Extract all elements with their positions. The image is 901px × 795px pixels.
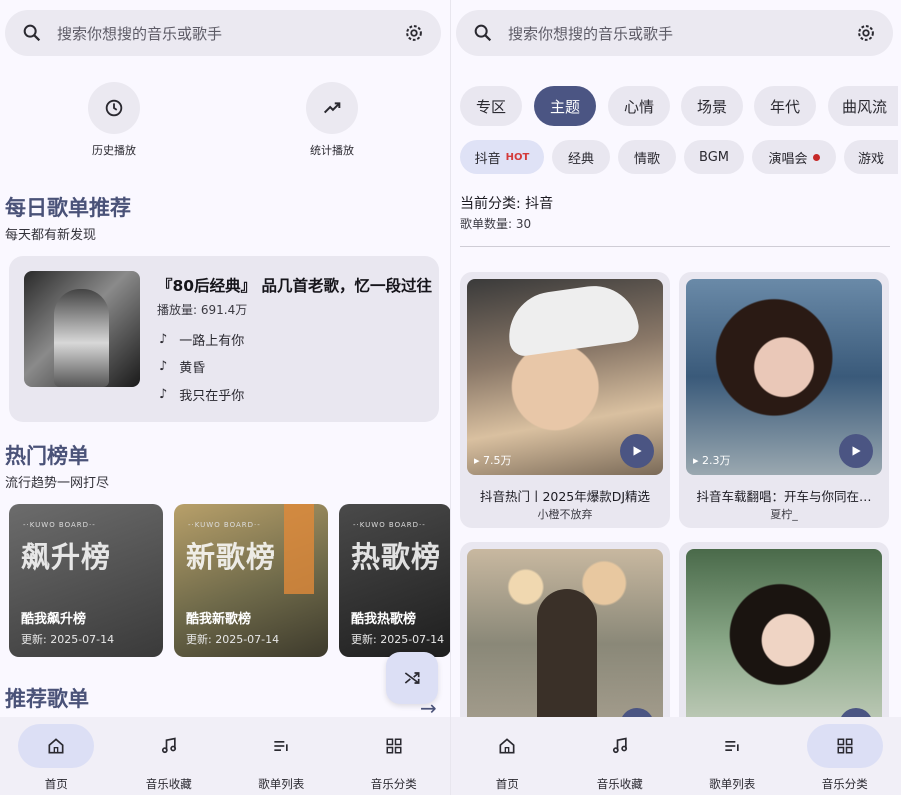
bottom-nav: 首页 音乐收藏 歌单列表 音乐分类 bbox=[0, 717, 450, 795]
song-item[interactable]: ♪ 我只在乎你 bbox=[159, 385, 244, 404]
divider bbox=[460, 246, 890, 247]
music-note-icon bbox=[161, 737, 176, 754]
chart-card-soaring[interactable]: -·KUWO BOARD·- 飙升榜 酷我飙升榜 更新: 2025-07-14 bbox=[9, 504, 163, 657]
chart-date: 更新: 2025-07-14 bbox=[186, 633, 280, 646]
category-chip[interactable]: 心情 bbox=[608, 86, 670, 126]
category-chip[interactable]: 场景 bbox=[681, 86, 743, 126]
daily-title: 每日歌单推荐 bbox=[5, 196, 131, 220]
search-placeholder: 搜索你想搜的音乐或歌手 bbox=[57, 24, 223, 43]
subcategory-chip[interactable]: BGM bbox=[684, 140, 744, 174]
current-category: 当前分类: 抖音 bbox=[460, 196, 554, 212]
playlist-author: 小橙不放弃 bbox=[537, 508, 593, 521]
chart-name: 酷我热歌榜 bbox=[351, 612, 417, 627]
playlist-title: 抖音热门丨2025年爆款DJ精选 bbox=[479, 489, 651, 504]
nav-favorites[interactable]: 音乐收藏 bbox=[113, 717, 226, 795]
bottom-nav: 首页 音乐收藏 歌单列表 音乐分类 bbox=[451, 717, 901, 795]
subcategory-chip[interactable]: 演唱会 bbox=[752, 140, 836, 174]
home-screen: 搜索你想搜的音乐或歌手 历史播放 统计播放 每日歌单推荐 每天都有新发现 『80… bbox=[0, 0, 450, 795]
play-button[interactable] bbox=[839, 434, 873, 468]
home-icon bbox=[48, 738, 64, 754]
play-count: ▸ 7.5万 bbox=[474, 454, 512, 467]
search-placeholder: 搜索你想搜的音乐或歌手 bbox=[508, 24, 674, 43]
playlist-title: 『80后经典』 品几首老歌，忆一段过往 bbox=[157, 277, 432, 295]
playlist-icon bbox=[725, 741, 739, 751]
hot-charts-title: 热门榜单 bbox=[5, 444, 89, 468]
grid-icon bbox=[837, 738, 853, 754]
nav-categories[interactable]: 音乐分类 bbox=[338, 717, 451, 795]
stats-play-button[interactable]: 统计播放 bbox=[282, 82, 382, 158]
chart-card-hot[interactable]: -·KUWO BOARD·- 热歌榜 酷我热歌榜 更新: 2025-07-14 bbox=[339, 504, 450, 657]
playlist-card[interactable]: ▸ 2.3万 抖音车载翻唱：开车与你同在… 夏柠_ bbox=[679, 272, 889, 528]
music-note-icon: ♪ bbox=[159, 387, 168, 402]
playlist-icon bbox=[274, 741, 288, 751]
chart-date: 更新: 2025-07-14 bbox=[21, 633, 115, 646]
recommend-title: 推荐歌单 bbox=[5, 687, 89, 711]
trending-icon bbox=[323, 102, 341, 114]
song-item[interactable]: ♪ 黄昏 bbox=[159, 357, 205, 376]
chart-name: 酷我新歌榜 bbox=[186, 612, 252, 627]
play-button[interactable] bbox=[620, 434, 654, 468]
live-dot-icon bbox=[812, 153, 820, 161]
category-chip[interactable]: 专区 bbox=[460, 86, 522, 126]
play-count: ▸ 2.3万 bbox=[693, 454, 731, 467]
nav-playlists[interactable]: 歌单列表 bbox=[225, 717, 338, 795]
chart-name: 酷我飙升榜 bbox=[21, 612, 87, 627]
subcategory-chip[interactable]: 情歌 bbox=[618, 140, 676, 174]
nav-home[interactable]: 首页 bbox=[451, 717, 564, 795]
search-bar[interactable]: 搜索你想搜的音乐或歌手 bbox=[5, 10, 441, 56]
subcategory-chip[interactable]: 游戏 bbox=[844, 140, 898, 174]
playlist-card[interactable] bbox=[679, 542, 889, 742]
music-note-icon: ♪ bbox=[159, 332, 168, 347]
subcategory-chip[interactable]: 经典 bbox=[552, 140, 610, 174]
gear-icon[interactable] bbox=[855, 22, 877, 44]
stats-play-label: 统计播放 bbox=[310, 144, 354, 157]
music-note-icon bbox=[612, 737, 627, 754]
playlist-count: 歌单数量: 30 bbox=[460, 217, 532, 231]
history-play-button[interactable]: 历史播放 bbox=[64, 82, 164, 158]
playlist-card[interactable]: ▸ 7.5万 抖音热门丨2025年爆款DJ精选 小橙不放弃 bbox=[460, 272, 670, 528]
home-icon bbox=[499, 738, 515, 754]
chart-card-new[interactable]: -·KUWO BOARD·- 新歌榜 酷我新歌榜 更新: 2025-07-14 bbox=[174, 504, 328, 657]
daily-subtitle: 每天都有新发现 bbox=[5, 228, 97, 243]
gear-icon[interactable] bbox=[403, 22, 425, 44]
category-chip[interactable]: 曲风流 bbox=[828, 86, 898, 126]
shuffle-icon bbox=[404, 672, 420, 684]
category-chip[interactable]: 年代 bbox=[754, 86, 816, 126]
search-icon bbox=[23, 24, 41, 42]
playlist-card[interactable] bbox=[460, 542, 670, 742]
daily-playlist-card[interactable]: 『80后经典』 品几首老歌，忆一段过往 播放量: 691.4万 ♪ 一路上有你 ♪… bbox=[9, 256, 439, 422]
history-play-label: 历史播放 bbox=[92, 144, 136, 157]
nav-categories[interactable]: 音乐分类 bbox=[789, 717, 901, 795]
category-screen: 搜索你想搜的音乐或歌手 专区 主题 心情 场景 年代 曲风流 抖音 HOT 经典 … bbox=[451, 0, 901, 795]
grid-icon bbox=[386, 738, 402, 754]
playlist-title: 抖音车载翻唱：开车与你同在… bbox=[696, 489, 872, 504]
music-note-icon: ♪ bbox=[159, 359, 168, 374]
chart-date: 更新: 2025-07-14 bbox=[351, 633, 445, 646]
nav-playlists[interactable]: 歌单列表 bbox=[676, 717, 789, 795]
hot-badge: HOT bbox=[505, 151, 530, 163]
song-item[interactable]: ♪ 一路上有你 bbox=[159, 330, 244, 349]
history-icon bbox=[105, 99, 123, 117]
search-bar[interactable]: 搜索你想搜的音乐或歌手 bbox=[456, 10, 893, 56]
search-icon bbox=[474, 24, 492, 42]
subcategory-chip-active[interactable]: 抖音 HOT bbox=[460, 140, 544, 174]
category-chip-active[interactable]: 主题 bbox=[534, 86, 596, 126]
playlist-plays: 播放量: 691.4万 bbox=[157, 303, 248, 317]
play-icon bbox=[633, 446, 642, 456]
play-icon bbox=[852, 446, 861, 456]
playlist-cover bbox=[24, 271, 140, 387]
nav-favorites[interactable]: 音乐收藏 bbox=[564, 717, 677, 795]
nav-home[interactable]: 首页 bbox=[0, 717, 113, 795]
hot-charts-subtitle: 流行趋势一网打尽 bbox=[5, 476, 110, 491]
playlist-author: 夏柠_ bbox=[770, 508, 798, 521]
